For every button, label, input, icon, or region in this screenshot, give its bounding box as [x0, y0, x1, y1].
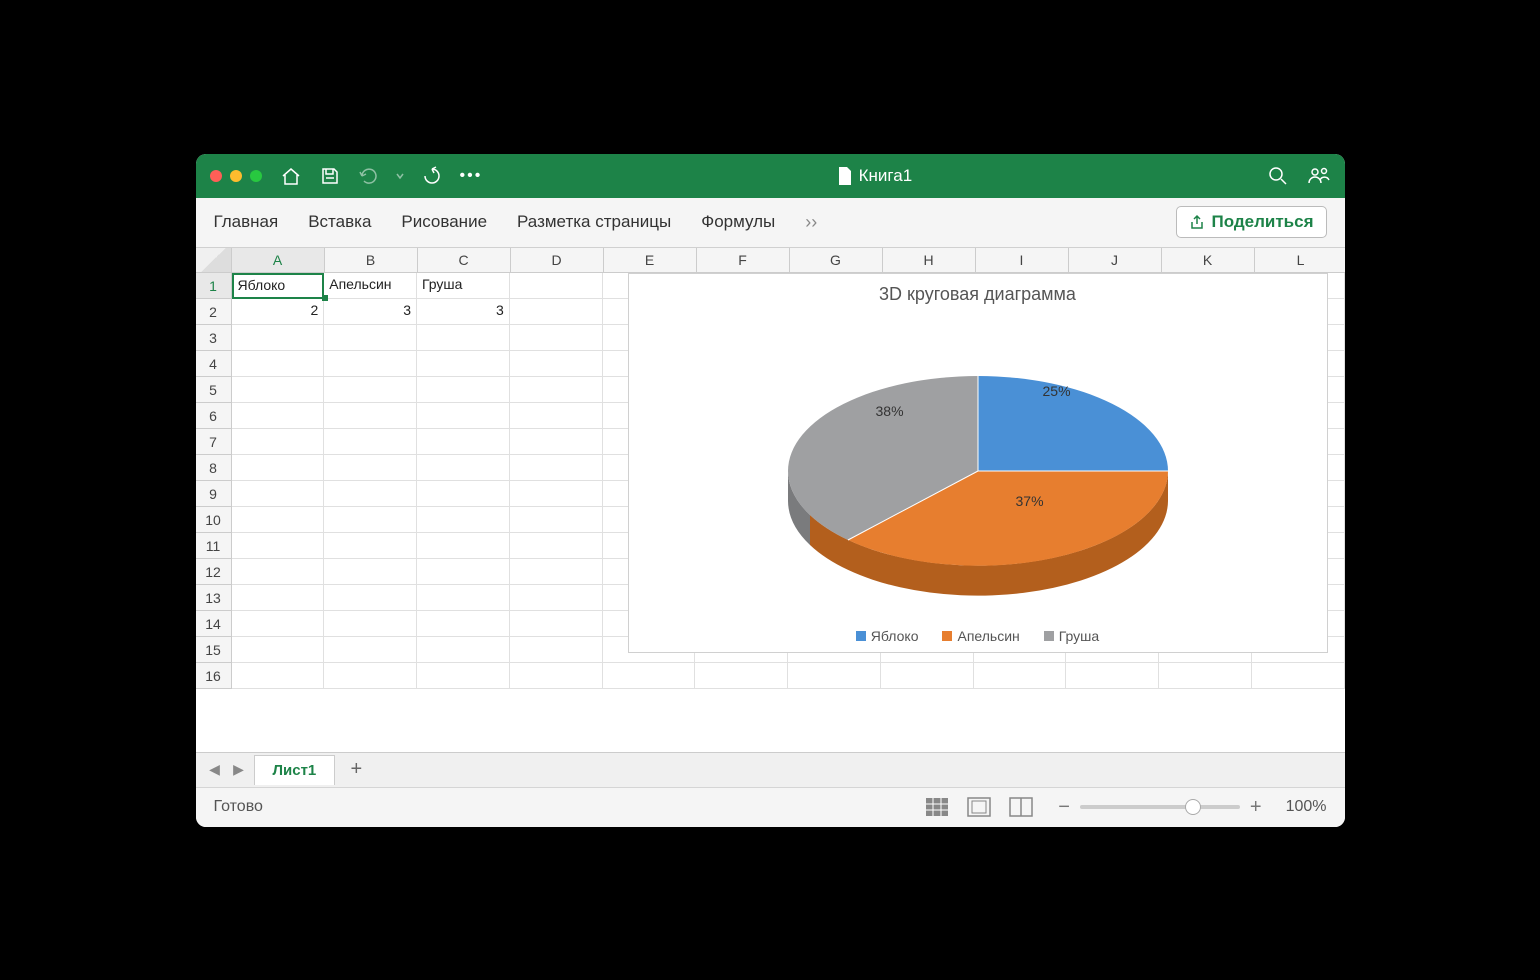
col-header-G[interactable]: G: [790, 248, 883, 273]
search-icon[interactable]: [1267, 165, 1289, 187]
chart-plot-area: 25% 37% 38%: [768, 305, 1188, 628]
row-header-4[interactable]: 4: [196, 351, 232, 377]
prev-sheet-button[interactable]: ◀: [206, 761, 224, 778]
redo-icon[interactable]: [422, 166, 442, 186]
row-header-13[interactable]: 13: [196, 585, 232, 611]
share-icon: [1189, 214, 1205, 230]
pie-chart[interactable]: 3D круговая диаграмма: [628, 273, 1328, 653]
row-header-11[interactable]: 11: [196, 533, 232, 559]
cell-D2[interactable]: [510, 299, 603, 325]
sheet-tabs-bar: ◀ ▶ Лист1 +: [196, 752, 1345, 787]
col-header-D[interactable]: D: [511, 248, 604, 273]
col-header-E[interactable]: E: [604, 248, 697, 273]
cell-B1[interactable]: Апельсин: [324, 273, 417, 299]
pie-label-2: 37%: [1016, 493, 1044, 509]
col-header-I[interactable]: I: [976, 248, 1069, 273]
select-all-corner[interactable]: [196, 248, 232, 273]
legend-swatch-orange: [942, 631, 952, 641]
cell-D1[interactable]: [510, 273, 603, 299]
col-header-A[interactable]: A: [232, 248, 325, 273]
row-header-12[interactable]: 12: [196, 559, 232, 585]
view-normal-button[interactable]: [924, 796, 950, 818]
zoom-level[interactable]: 100%: [1286, 798, 1327, 816]
pie-label-3: 38%: [876, 403, 904, 419]
cell[interactable]: [232, 325, 325, 351]
more-icon[interactable]: •••: [460, 167, 483, 185]
legend-label-2: Апельсин: [957, 628, 1019, 644]
legend-swatch-blue: [856, 631, 866, 641]
share-button[interactable]: Поделиться: [1176, 206, 1326, 238]
row-header-6[interactable]: 6: [196, 403, 232, 429]
window-controls: [210, 170, 262, 182]
col-header-H[interactable]: H: [883, 248, 976, 273]
row-header-5[interactable]: 5: [196, 377, 232, 403]
undo-dropdown-icon[interactable]: [396, 170, 404, 182]
fill-handle[interactable]: [322, 295, 328, 301]
excel-window: ••• Книга1 Главная Вставка Рисование Раз…: [196, 154, 1345, 827]
legend-swatch-gray: [1044, 631, 1054, 641]
zoom-thumb[interactable]: [1185, 799, 1201, 815]
document-title: Книга1: [482, 166, 1266, 186]
legend-label-1: Яблоко: [871, 628, 919, 644]
col-header-K[interactable]: K: [1162, 248, 1255, 273]
col-header-J[interactable]: J: [1069, 248, 1162, 273]
minimize-window-button[interactable]: [230, 170, 242, 182]
add-sheet-button[interactable]: +: [341, 758, 371, 781]
status-text: Готово: [214, 798, 925, 816]
zoom-in-button[interactable]: +: [1250, 796, 1262, 819]
row-header-2[interactable]: 2: [196, 299, 232, 325]
cell-C2[interactable]: 3: [417, 299, 510, 325]
row-header-9[interactable]: 9: [196, 481, 232, 507]
next-sheet-button[interactable]: ▶: [230, 761, 248, 778]
col-header-L[interactable]: L: [1255, 248, 1345, 273]
titlebar: ••• Книга1: [196, 154, 1345, 198]
cell-A2[interactable]: 2: [232, 299, 325, 325]
zoom-control: − + 100%: [1058, 796, 1326, 819]
row-header-10[interactable]: 10: [196, 507, 232, 533]
tab-insert[interactable]: Вставка: [308, 212, 371, 232]
cell-A1[interactable]: Яблоко: [232, 273, 325, 299]
chart-legend: Яблоко Апельсин Груша: [856, 628, 1099, 644]
zoom-out-button[interactable]: −: [1058, 796, 1070, 819]
tab-draw[interactable]: Рисование: [401, 212, 487, 232]
status-bar: Готово − + 100%: [196, 787, 1345, 827]
zoom-slider[interactable]: [1080, 805, 1240, 809]
col-header-C[interactable]: C: [418, 248, 511, 273]
legend-label-3: Груша: [1059, 628, 1099, 644]
row-header-15[interactable]: 15: [196, 637, 232, 663]
maximize-window-button[interactable]: [250, 170, 262, 182]
view-page-break-button[interactable]: [1008, 796, 1034, 818]
cell-C1[interactable]: Груша: [417, 273, 510, 299]
pie-label-1: 25%: [1043, 383, 1071, 399]
home-icon[interactable]: [280, 166, 302, 186]
row-header-14[interactable]: 14: [196, 611, 232, 637]
tab-page-layout[interactable]: Разметка страницы: [517, 212, 671, 232]
row-header-3[interactable]: 3: [196, 325, 232, 351]
col-header-F[interactable]: F: [697, 248, 790, 273]
row-header-16[interactable]: 16: [196, 663, 232, 689]
sheet-tab-1[interactable]: Лист1: [254, 755, 336, 785]
sheet-area: A B C D E F G H I J K L 1 2 3 4 5 6 7 8 …: [196, 248, 1345, 752]
row-header-1[interactable]: 1: [196, 273, 232, 299]
col-header-B[interactable]: B: [325, 248, 418, 273]
cell-B2[interactable]: 3: [324, 299, 417, 325]
row-headers: 1 2 3 4 5 6 7 8 9 10 11 12 13 14 15 16: [196, 273, 232, 689]
ribbon-tabs: Главная Вставка Рисование Разметка стран…: [196, 198, 1345, 248]
pie-svg: [768, 331, 1188, 601]
column-headers: A B C D E F G H I J K L: [232, 248, 1345, 273]
tab-formulas[interactable]: Формулы: [701, 212, 775, 232]
view-page-layout-button[interactable]: [966, 796, 992, 818]
tab-home[interactable]: Главная: [214, 212, 279, 232]
row-header-8[interactable]: 8: [196, 455, 232, 481]
collab-icon[interactable]: [1307, 165, 1331, 187]
save-icon[interactable]: [320, 166, 340, 186]
chart-title: 3D круговая диаграмма: [879, 284, 1076, 305]
undo-icon[interactable]: [358, 166, 378, 186]
document-icon: [837, 166, 853, 186]
close-window-button[interactable]: [210, 170, 222, 182]
row-header-7[interactable]: 7: [196, 429, 232, 455]
more-tabs-icon[interactable]: ››: [805, 212, 817, 233]
